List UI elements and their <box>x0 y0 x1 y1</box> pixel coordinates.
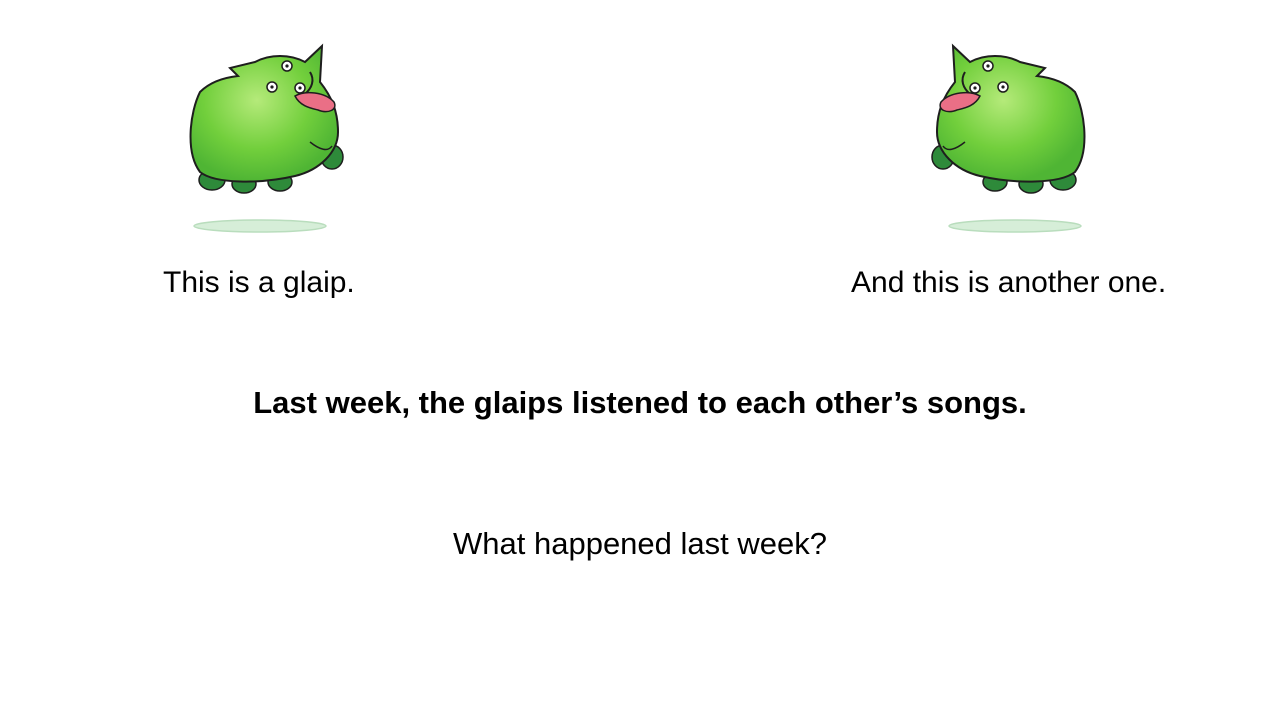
statement-text: Last week, the glaips listened to each o… <box>253 385 1027 420</box>
glaip-creature-icon <box>931 43 1086 233</box>
glaip-illustration-right <box>915 32 1115 242</box>
caption-left: This is a glaip. <box>163 266 355 299</box>
glaip-illustration-left <box>160 32 360 242</box>
question-text: What happened last week? <box>453 526 827 561</box>
caption-right: And this is another one. <box>851 266 1167 299</box>
glaip-creature-icon <box>189 43 344 233</box>
